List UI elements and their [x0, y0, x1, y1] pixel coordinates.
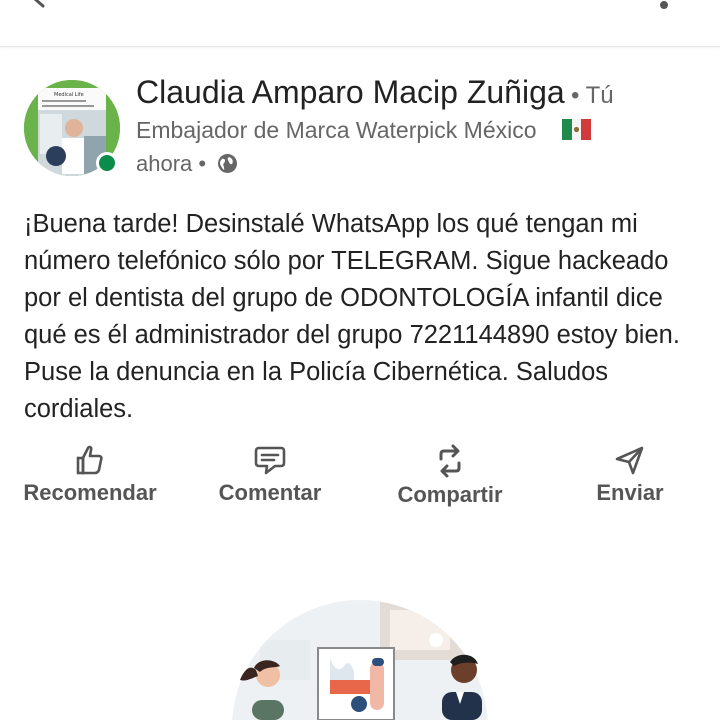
share-button[interactable]: Compartir — [370, 444, 530, 508]
send-icon — [615, 446, 644, 475]
repost-icon — [439, 444, 461, 478]
comment-button[interactable]: Comentar — [190, 444, 350, 506]
online-status-dot — [96, 152, 118, 174]
top-app-bar — [0, 0, 720, 47]
more-options-icon[interactable] — [658, 0, 670, 12]
globe-icon — [218, 154, 237, 173]
you-badge: • Tú — [571, 82, 614, 109]
recommend-button[interactable]: Recomendar — [10, 444, 170, 506]
send-button[interactable]: Enviar — [550, 444, 710, 506]
thumbs-up-icon — [76, 445, 103, 475]
author-name[interactable]: Claudia Amparo Macip Zuñiga — [136, 74, 565, 111]
mexico-flag-icon — [562, 119, 591, 140]
back-arrow-icon[interactable] — [28, 0, 50, 10]
avatar-caption: Medical Life — [54, 92, 84, 98]
author-headline: Embajador de Marca Waterpick México — [136, 117, 537, 143]
promo-illustration — [232, 600, 488, 720]
send-label: Enviar — [596, 480, 664, 505]
comment-label: Comentar — [218, 480, 322, 505]
post-body: ¡Buena tarde! Desinstalé WhatsApp los qu… — [24, 210, 680, 423]
share-label: Compartir — [397, 482, 503, 507]
recommend-label: Recomendar — [23, 480, 157, 505]
comment-icon — [254, 446, 286, 475]
post-time: ahora • — [136, 151, 207, 176]
